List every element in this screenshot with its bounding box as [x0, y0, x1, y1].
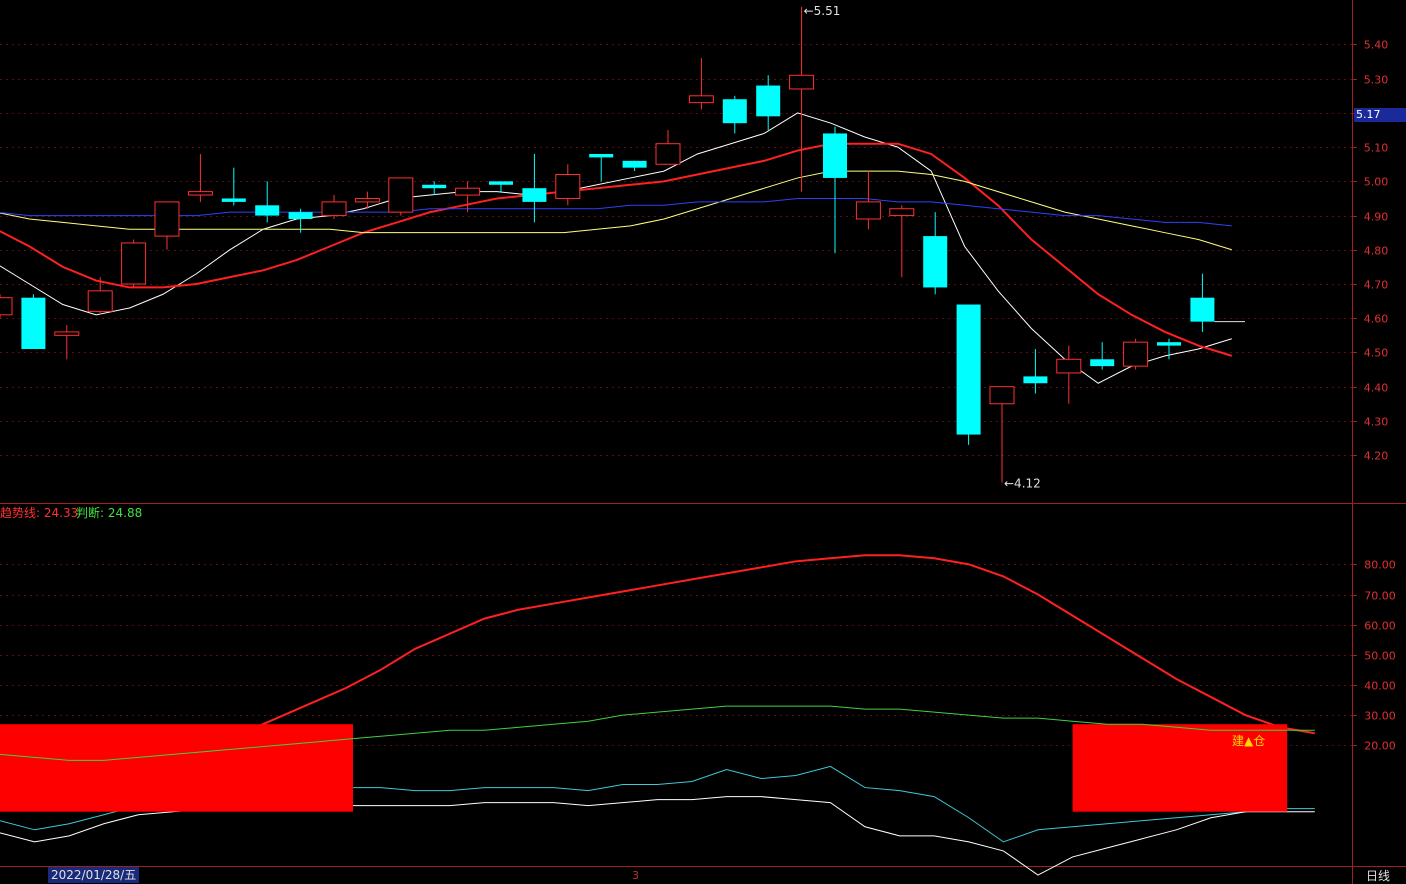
buy-signal-marker: 建▲仓	[1232, 734, 1266, 748]
indicator-tick-label: 40.00	[1364, 680, 1396, 693]
candle-body	[388, 177, 414, 213]
indicator-tick-label: 30.00	[1364, 710, 1396, 723]
candle-body	[354, 197, 380, 203]
candle-body	[1190, 297, 1215, 322]
moving-average-line	[0, 142, 1233, 357]
candle-body	[187, 191, 213, 196]
candle-body	[956, 304, 981, 435]
candle-body	[1023, 376, 1048, 384]
candle-body	[0, 297, 13, 316]
price-tick-label: 4.70	[1364, 279, 1389, 292]
candle-body	[422, 184, 447, 189]
low-price-annotation: ←4.12	[1004, 476, 1041, 490]
judge-line-label: 判断: 24.88	[76, 506, 143, 520]
candle-body	[655, 143, 681, 165]
candle-body	[923, 236, 948, 288]
price-tick-label: 4.20	[1364, 450, 1389, 463]
indicator-tick-label: 60.00	[1364, 620, 1396, 633]
candle-body	[688, 95, 714, 104]
current-price-tag: 5.17	[1354, 108, 1406, 122]
candle-body	[756, 85, 781, 117]
candle-body	[1157, 342, 1181, 346]
candle-body	[321, 201, 347, 217]
stock-chart[interactable]: 5.405.305.205.105.004.904.804.704.604.50…	[0, 0, 1406, 884]
price-tick-label: 4.30	[1364, 416, 1389, 429]
candle-body	[522, 188, 547, 202]
candle-body	[1123, 341, 1149, 367]
price-tick-label: 5.10	[1364, 142, 1389, 155]
price-tick-label: 4.50	[1364, 347, 1389, 360]
candle-body	[823, 133, 847, 178]
price-tick-label: 4.60	[1364, 313, 1389, 326]
candle-body	[21, 297, 46, 350]
candle-body	[789, 74, 815, 90]
price-tick-label: 5.30	[1364, 74, 1389, 87]
candle-body	[87, 290, 113, 312]
candle-body	[1056, 358, 1082, 374]
price-tick-label: 5.40	[1364, 39, 1389, 52]
candle-body	[54, 331, 80, 336]
indicator-tick-label: 70.00	[1364, 590, 1396, 603]
candle-body	[889, 208, 915, 217]
indicator-tick-label: 80.00	[1364, 559, 1396, 572]
candle-body	[855, 201, 881, 220]
candle-body	[589, 153, 614, 158]
moving-average-line	[0, 197, 1232, 227]
price-tick-label: 4.80	[1364, 245, 1389, 258]
candle-body	[1090, 359, 1115, 367]
candle-body	[121, 242, 147, 285]
candle-body	[288, 212, 313, 219]
cursor-date: 2022/01/28/五	[48, 867, 140, 883]
candle-body	[722, 99, 747, 124]
month-mark: 3	[632, 869, 639, 882]
candle-body	[489, 181, 513, 185]
moving-average-line	[0, 170, 1232, 251]
candle-body	[989, 386, 1015, 405]
trend-line-label: 趋势线: 24.33	[0, 506, 79, 520]
candle-body	[255, 205, 280, 216]
price-tick-label: 5.00	[1364, 176, 1389, 189]
candle-body	[555, 174, 581, 199]
price-tick-label: 4.90	[1364, 211, 1389, 224]
moving-average-line	[0, 112, 1232, 384]
high-price-annotation: ←5.51	[804, 4, 841, 18]
candle-body	[154, 201, 180, 237]
period-selector[interactable]: 日线	[1366, 867, 1390, 884]
signal-box	[0, 724, 353, 812]
candle-body	[221, 198, 246, 202]
indicator-tick-label: 20.00	[1364, 740, 1396, 753]
indicator-tick-label: 50.00	[1364, 650, 1396, 663]
candle-body	[455, 187, 481, 196]
price-tick-label: 4.40	[1364, 382, 1389, 395]
candle-body	[622, 160, 647, 168]
